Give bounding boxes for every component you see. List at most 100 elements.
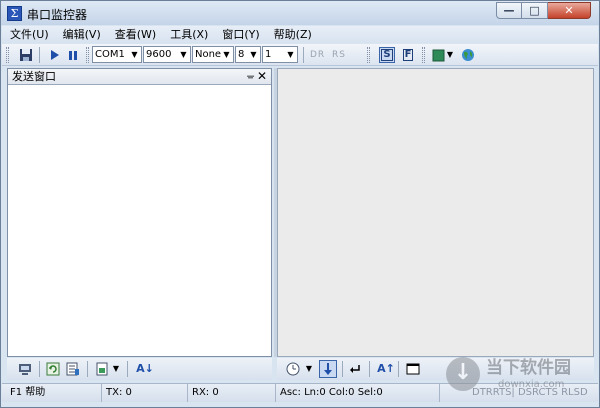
status-cursor-position: Asc: Ln:0 Col:0 Sel:0 — [276, 384, 440, 402]
save-button[interactable] — [18, 47, 34, 63]
f-icon: F — [402, 49, 414, 61]
send-file-button[interactable] — [65, 361, 81, 377]
databits-value: 8 — [238, 49, 245, 60]
close-icon[interactable]: ✕ — [257, 69, 267, 83]
watermark-cn-text: 当下软件园 — [486, 358, 571, 378]
template-button[interactable] — [94, 361, 110, 377]
send-window-panel: 发送窗口 ᚚ ✕ — [7, 68, 272, 357]
chevron-down-icon: ▼ — [112, 364, 120, 373]
pin-icon[interactable]: ᚚ — [247, 70, 254, 84]
send-panel-header: 发送窗口 ᚚ ✕ — [8, 69, 271, 85]
maximize-icon: □ — [529, 4, 540, 17]
baud-value: 9600 — [146, 49, 172, 60]
window-title: 串口监控器 — [27, 8, 88, 22]
font-decrease-button[interactable]: A↓ — [135, 361, 155, 377]
pause-button[interactable] — [65, 47, 81, 63]
menu-file[interactable]: 文件(U) — [2, 26, 55, 43]
rs-indicator[interactable]: RS — [332, 50, 346, 60]
document-icon — [96, 362, 108, 376]
status-help: F1 帮助 — [6, 384, 102, 402]
send-text-area[interactable] — [8, 86, 271, 356]
globe-icon — [462, 49, 474, 61]
chevron-down-icon: ▼ — [287, 50, 294, 59]
f-toggle-button[interactable]: F — [400, 47, 416, 63]
chevron-down-icon: ▼ — [223, 50, 230, 59]
timestamp-button[interactable] — [285, 361, 301, 377]
menu-help[interactable]: 帮助(Z) — [266, 26, 318, 43]
autoscroll-button[interactable] — [319, 360, 337, 378]
parity-select[interactable]: None ▼ — [192, 46, 234, 63]
status-tx: TX: 0 — [102, 384, 188, 402]
start-button[interactable] — [46, 47, 62, 63]
enter-icon — [350, 365, 360, 373]
databits-select[interactable]: 8 ▼ — [235, 46, 261, 63]
toolbar-grip[interactable] — [367, 47, 370, 63]
font-icon: A↑ — [377, 362, 395, 375]
s-toggle-button[interactable]: S — [379, 47, 395, 63]
toolbar-separator — [127, 361, 128, 377]
refresh-button[interactable] — [45, 361, 61, 377]
clear-button[interactable] — [405, 361, 421, 377]
menu-tools[interactable]: 工具(X) — [162, 26, 214, 43]
dr-indicator[interactable]: DR — [310, 50, 325, 60]
refresh-icon — [46, 362, 60, 376]
download-arrow-glyph: ↓ — [453, 360, 473, 385]
toolbar-separator — [369, 361, 370, 377]
app-window: Σ 串口监控器 — □ ✕ 文件(U) 编辑(V) 查看(W) 工具(X) 窗口… — [0, 0, 600, 408]
stopbits-select[interactable]: 1 ▼ — [262, 46, 298, 63]
toolbar-grip[interactable] — [6, 47, 9, 63]
title-bar[interactable]: Σ 串口监控器 — □ ✕ — [1, 1, 599, 25]
minimize-icon: — — [503, 4, 515, 17]
port-value: COM1 — [95, 49, 125, 60]
font-increase-button[interactable]: A↑ — [376, 361, 396, 377]
computer-icon — [19, 364, 31, 375]
timestamp-dropdown[interactable]: ▼ — [304, 361, 314, 377]
toolbar-grip[interactable] — [422, 47, 425, 63]
s-icon: S — [381, 49, 393, 61]
main-toolbar: COM1 ▼ 9600 ▼ None ▼ 8 ▼ 1 ▼ DR RS S F ▼ — [2, 44, 598, 66]
watermark-logo: ↓ 当下软件园 downxia.com — [446, 355, 586, 401]
toolbar-separator — [342, 361, 343, 377]
window-icon — [406, 363, 420, 375]
toolbar-separator — [39, 47, 40, 63]
baud-select[interactable]: 9600 ▼ — [143, 46, 191, 63]
send-settings-button[interactable] — [17, 361, 33, 377]
watermark-en-text: downxia.com — [498, 379, 565, 390]
toolbar-grip[interactable] — [86, 47, 89, 63]
menu-view[interactable]: 查看(W) — [107, 26, 162, 43]
port-select[interactable]: COM1 ▼ — [92, 46, 142, 63]
pause-icon — [69, 51, 77, 60]
send-toolbar: ▼ A↓ — [7, 358, 272, 380]
chevron-down-icon: ▼ — [131, 50, 138, 59]
web-button[interactable] — [460, 47, 476, 63]
document-list-icon — [66, 362, 79, 376]
toolbar-separator — [39, 361, 40, 377]
color-button[interactable] — [430, 47, 446, 63]
save-icon — [20, 49, 32, 61]
stopbits-value: 1 — [265, 49, 272, 60]
menu-edit[interactable]: 编辑(V) — [55, 26, 107, 43]
maximize-button[interactable]: □ — [522, 2, 548, 19]
monitor-output-panel[interactable] — [277, 68, 594, 357]
close-button[interactable]: ✕ — [548, 2, 591, 19]
toolbar-separator — [398, 361, 399, 377]
close-icon: ✕ — [564, 4, 574, 17]
toolbar-separator — [87, 361, 88, 377]
chevron-down-icon: ▼ — [446, 50, 454, 59]
color-dropdown[interactable]: ▼ — [445, 47, 455, 63]
play-icon — [51, 50, 59, 60]
newline-button[interactable] — [347, 361, 363, 377]
color-swatch-icon — [432, 49, 444, 61]
toolbar-separator — [303, 47, 304, 63]
menu-window[interactable]: 窗口(Y) — [214, 26, 265, 43]
minimize-button[interactable]: — — [496, 2, 522, 19]
status-rx: RX: 0 — [188, 384, 276, 402]
menu-bar: 文件(U) 编辑(V) 查看(W) 工具(X) 窗口(Y) 帮助(Z) — [2, 26, 598, 43]
chevron-down-icon: ▼ — [250, 50, 257, 59]
send-panel-title: 发送窗口 — [12, 70, 56, 83]
parity-value: None — [195, 49, 222, 60]
font-icon: A↓ — [136, 362, 154, 375]
template-dropdown[interactable]: ▼ — [111, 361, 121, 377]
caption-buttons: — □ ✕ — [496, 2, 591, 20]
chevron-down-icon: ▼ — [305, 364, 313, 373]
